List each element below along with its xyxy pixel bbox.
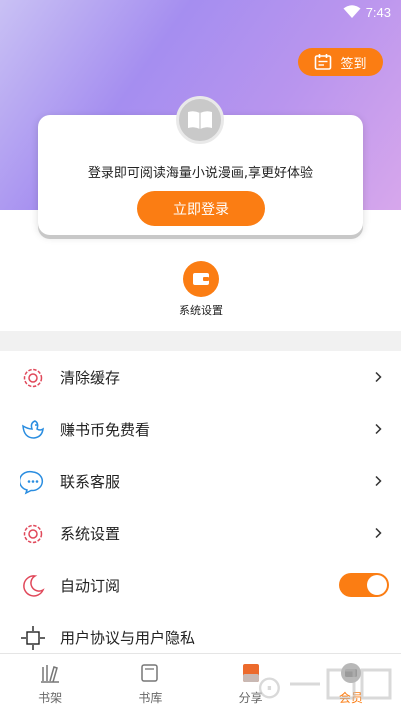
tab-label: 书架 [38, 691, 63, 705]
login-tip: 登录即可阅读海量小说漫画,享更好体验 [87, 166, 314, 181]
settings-menu: 清除缓存 赚书币免费看 联系客服 系统设置 自动订阅 用户协议与用户隐私 [0, 351, 401, 663]
tab-label: 会员 [338, 691, 363, 705]
bottom-tab-bar: 书架 书库 分享 会员 [0, 653, 401, 710]
library-icon [141, 664, 159, 682]
bookshelf-icon [41, 665, 60, 683]
toggle-knob [367, 575, 387, 595]
menu-item-customer-service[interactable]: 联系客服 [0, 455, 401, 507]
tab-share[interactable]: 分享 [201, 654, 301, 710]
tab-member[interactable]: 会员 [301, 654, 401, 710]
menu-item-label: 赚书币免费看 [60, 420, 151, 439]
chevron-right-icon [375, 475, 382, 487]
quick-action-label: 系统设置 [179, 304, 223, 317]
gear-icon [23, 524, 43, 544]
chevron-right-icon [375, 371, 382, 383]
avatar[interactable] [176, 96, 224, 144]
tab-bookshelf[interactable]: 书架 [0, 654, 100, 710]
chevron-right-icon [375, 527, 382, 539]
bird-icon [22, 420, 44, 439]
tab-library[interactable]: 书库 [100, 654, 200, 710]
wifi-icon [343, 5, 361, 18]
signin-label: 签到 [340, 56, 367, 72]
member-icon [340, 663, 361, 683]
share-icon [242, 664, 259, 682]
menu-item-label: 清除缓存 [60, 368, 121, 387]
menu-item-system-settings[interactable]: 系统设置 [0, 507, 401, 559]
menu-item-label: 用户协议与用户隐私 [60, 628, 196, 647]
menu-item-clear-cache[interactable]: 清除缓存 [0, 351, 401, 403]
status-time: 7:43 [365, 5, 391, 20]
menu-item-auto-subscribe: 自动订阅 [0, 559, 401, 611]
chat-bubble-icon [20, 470, 44, 495]
tab-label: 书库 [138, 691, 163, 705]
gear-icon [23, 368, 43, 388]
calendar-icon [315, 54, 332, 70]
moon-icon [23, 575, 45, 597]
login-button[interactable]: 立即登录 [137, 191, 265, 226]
menu-item-earn-coins[interactable]: 赚书币免费看 [0, 403, 401, 455]
agreement-icon [21, 626, 45, 650]
section-divider [0, 331, 401, 351]
chevron-right-icon [375, 423, 382, 435]
status-bar: 7:43 [0, 0, 401, 26]
wallet-icon [193, 273, 209, 285]
quick-action-system-settings[interactable]: 系统设置 [170, 261, 232, 318]
tab-label: 分享 [238, 691, 263, 705]
auto-subscribe-toggle[interactable] [339, 573, 389, 597]
book-icon [188, 111, 212, 129]
signin-button[interactable]: 签到 [298, 48, 383, 76]
menu-item-label: 系统设置 [60, 524, 121, 543]
menu-item-label: 自动订阅 [60, 576, 121, 595]
menu-item-label: 联系客服 [60, 472, 121, 491]
